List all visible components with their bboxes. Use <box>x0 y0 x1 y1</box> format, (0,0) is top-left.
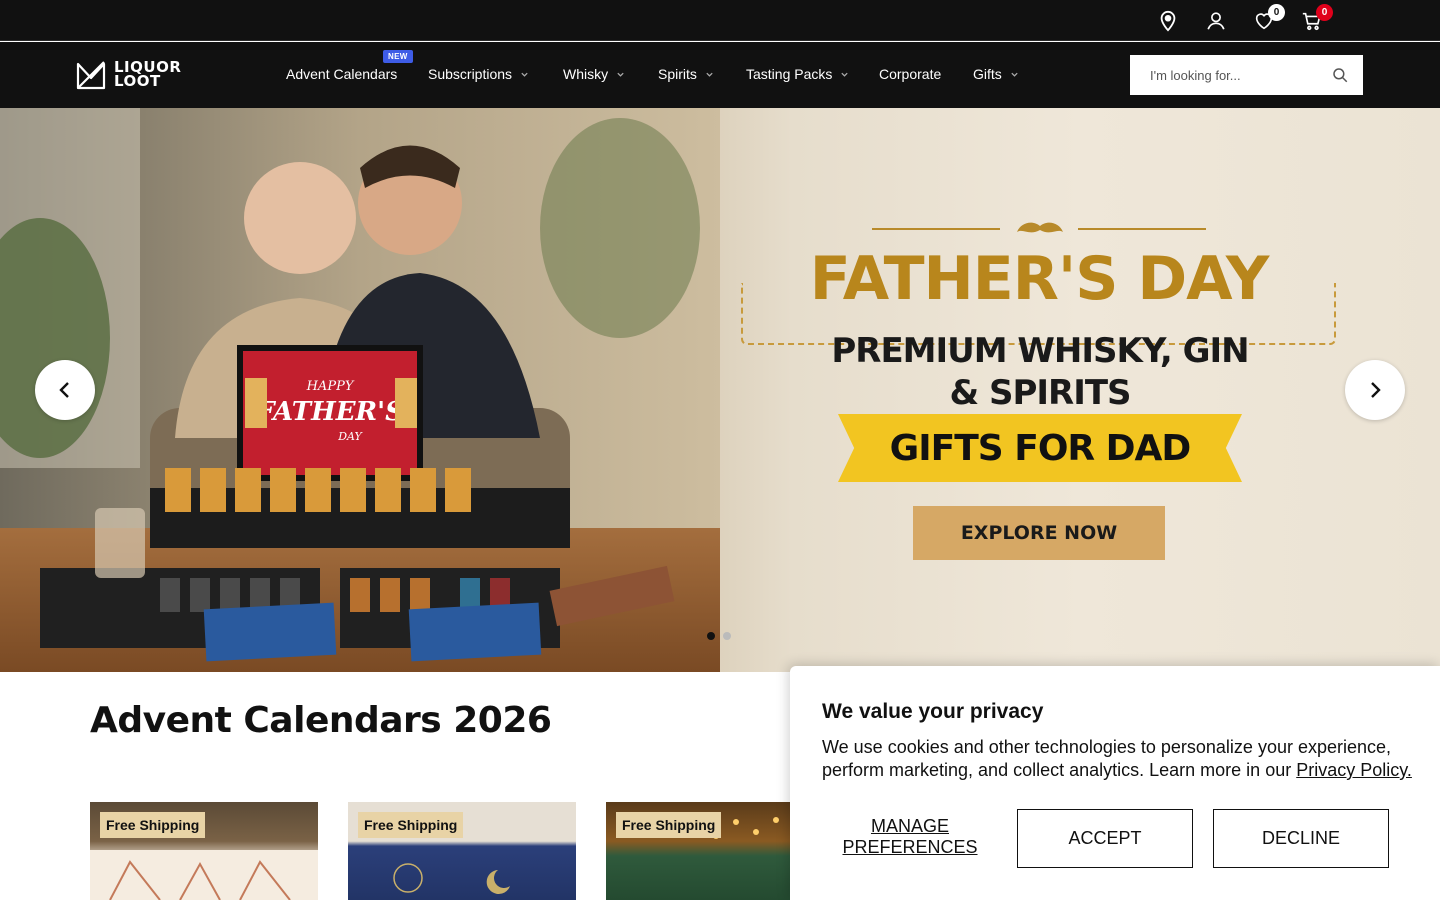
chevron-down-icon <box>521 72 528 77</box>
nav-spirits[interactable]: Spirits <box>658 66 714 82</box>
carousel-dot-1[interactable] <box>707 632 715 640</box>
product-card-3[interactable]: Free Shipping <box>606 802 790 900</box>
decline-button[interactable]: DECLINE <box>1213 809 1389 868</box>
liquor-loot-logo[interactable]: LIQUOR LOOT <box>76 58 181 90</box>
location-icon[interactable] <box>1155 8 1181 34</box>
free-shipping-tag: Free Shipping <box>616 812 722 838</box>
chevron-down-icon <box>617 72 624 77</box>
hero-carousel[interactable]: HAPPY FATHER'S DAY FATHER'S DAY PREMIUM … <box>0 108 1440 672</box>
mustache-icon <box>1017 222 1063 233</box>
chevron-down-icon <box>1011 72 1018 77</box>
chevron-left-icon <box>59 382 69 398</box>
carousel-dot-2[interactable] <box>723 632 731 640</box>
free-shipping-tag: Free Shipping <box>100 812 206 838</box>
privacy-policy-link[interactable]: Privacy Policy. <box>1296 760 1412 780</box>
cookie-title: We value your privacy <box>822 700 1044 723</box>
hero-banner: GIFTS FOR DAD <box>838 414 1242 482</box>
nav-whisky[interactable]: Whisky <box>563 66 625 82</box>
hero-title: FATHER'S DAY <box>809 244 1270 314</box>
carousel-dots <box>707 632 731 640</box>
nav-advent-calendars[interactable]: Advent Calendars <box>286 66 397 82</box>
search-box <box>1130 55 1363 95</box>
carousel-next-button[interactable] <box>1345 360 1405 420</box>
box-label-day: DAY <box>337 430 363 443</box>
chevron-right-icon <box>1371 382 1381 398</box>
cookie-consent-dialog: We value your privacy We use cookies and… <box>790 666 1440 900</box>
decor-line-left <box>872 228 1000 230</box>
section-title: Advent Calendars 2026 <box>90 700 552 741</box>
wishlist-count-badge: 0 <box>1268 4 1285 21</box>
hero-image-fathers-day-gift-set: HAPPY FATHER'S DAY <box>0 108 720 672</box>
cookie-body: We use cookies and other technologies to… <box>822 737 1412 780</box>
manage-preferences-button[interactable]: MANAGE PREFERENCES <box>830 816 990 858</box>
nav-subscriptions[interactable]: Subscriptions <box>428 66 529 82</box>
accept-button[interactable]: ACCEPT <box>1017 809 1193 868</box>
chevron-down-icon <box>706 72 713 77</box>
account-icon[interactable] <box>1203 8 1229 34</box>
chevron-down-icon <box>841 72 849 77</box>
box-label-happy: HAPPY <box>306 379 355 394</box>
box-label-fathers: FATHER'S <box>255 397 404 427</box>
wishlist-heart-icon[interactable]: 0 <box>1251 4 1285 34</box>
product-image <box>90 850 318 900</box>
search-input[interactable] <box>1150 67 1331 83</box>
cart-count-badge: 0 <box>1316 4 1333 21</box>
nav-gifts[interactable]: Gifts <box>973 66 1019 82</box>
utility-bar: 0 0 <box>0 0 1440 41</box>
logo-mark-icon <box>76 61 106 90</box>
logo-text: LIQUOR LOOT <box>114 58 182 90</box>
explore-now-button[interactable]: EXPLORE NOW <box>913 506 1165 560</box>
product-card-2[interactable]: Free Shipping <box>348 802 576 900</box>
decor-line-right <box>1078 228 1206 230</box>
product-card-1[interactable]: Free Shipping <box>90 802 318 900</box>
main-navigation: LIQUOR LOOT NEW Advent Calendars Subscri… <box>0 42 1440 108</box>
hero-subtitle: PREMIUM WHISKY, GIN & SPIRITS <box>831 331 1249 413</box>
product-image <box>393 863 510 894</box>
cart-icon[interactable]: 0 <box>1299 4 1333 34</box>
nav-corporate[interactable]: Corporate <box>879 66 941 82</box>
carousel-prev-button[interactable] <box>35 360 95 420</box>
search-icon[interactable] <box>1331 66 1349 84</box>
nav-tasting-packs[interactable]: Tasting Packs <box>746 66 849 82</box>
free-shipping-tag: Free Shipping <box>358 812 464 838</box>
new-badge: NEW <box>383 50 413 63</box>
